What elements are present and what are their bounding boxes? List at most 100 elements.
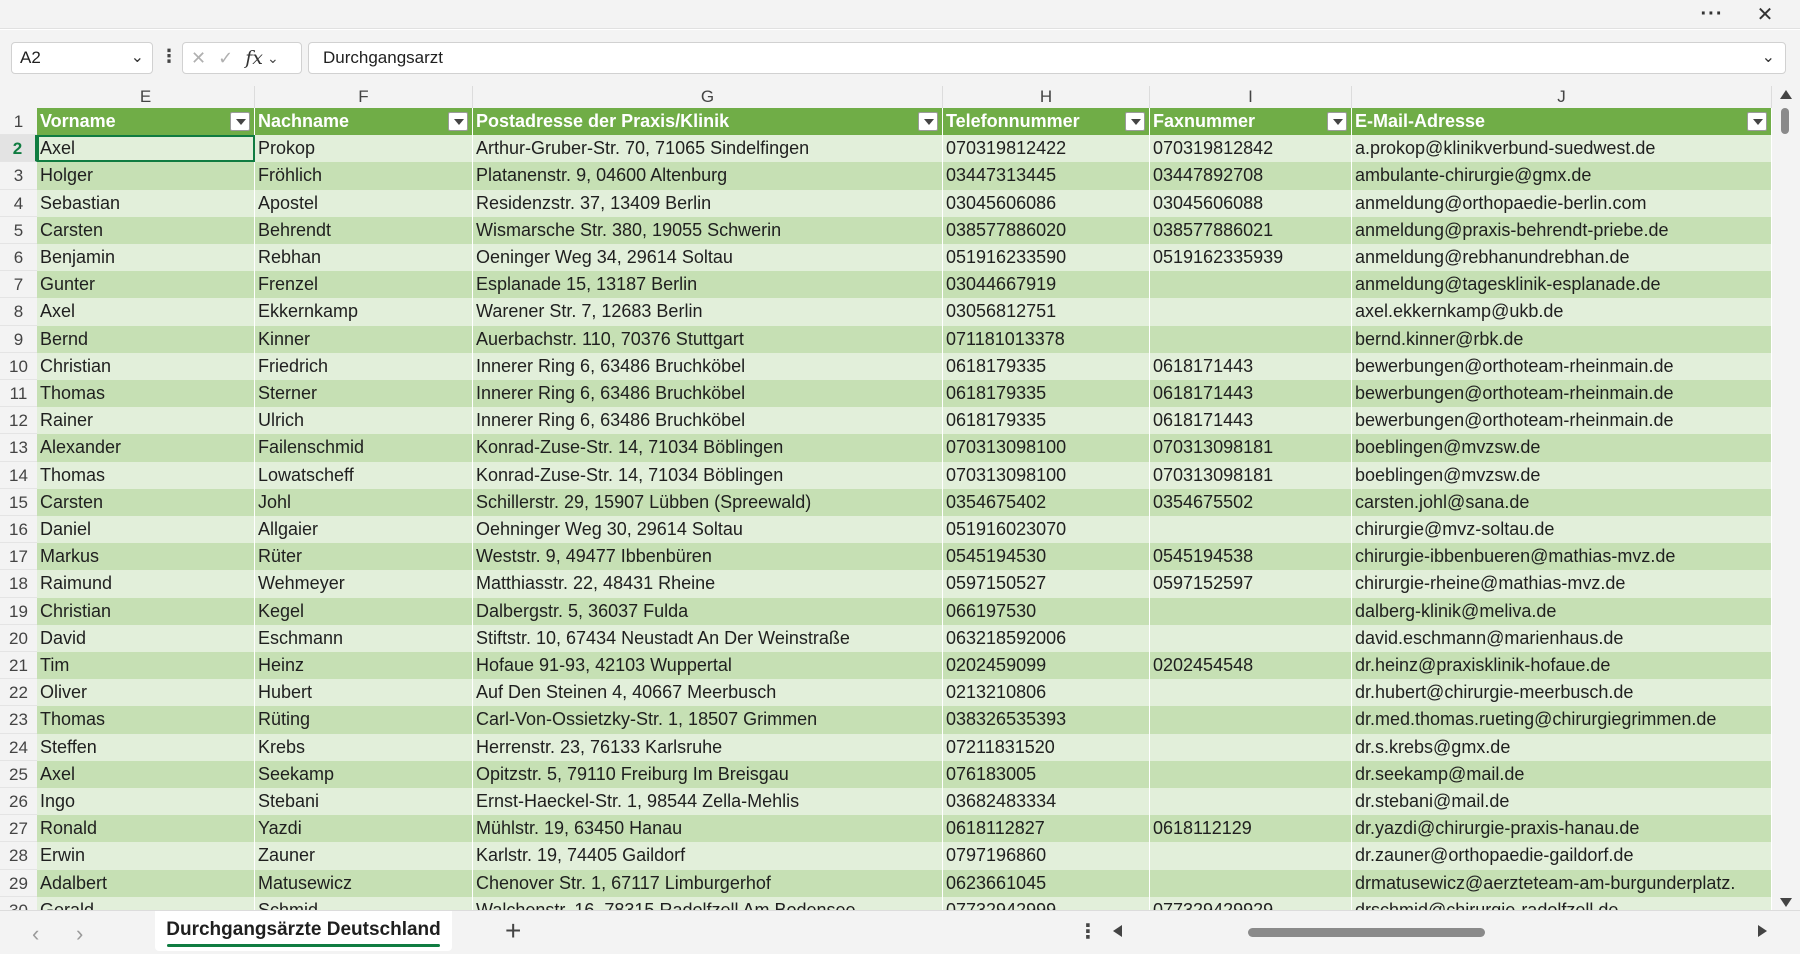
cell[interactable]: boeblingen@mvzsw.de	[1352, 434, 1772, 462]
cell[interactable]: Hubert	[255, 679, 473, 707]
more-options-icon[interactable]: ···	[1692, 2, 1732, 27]
cell[interactable]: Oliver	[37, 679, 255, 707]
cell[interactable]: Bernd	[37, 325, 255, 353]
cell[interactable]: Markus	[37, 543, 255, 571]
cell[interactable]: 0354675402	[943, 488, 1150, 516]
row-header[interactable]: 17	[0, 543, 37, 571]
cell[interactable]: Prokop	[255, 135, 473, 163]
cell[interactable]: Thomas	[37, 461, 255, 489]
cell[interactable]: Matusewicz	[255, 869, 473, 897]
cell[interactable]: carsten.johl@sana.de	[1352, 488, 1772, 516]
cell[interactable]: Gunter	[37, 271, 255, 299]
cell[interactable]: 0597150527	[943, 570, 1150, 598]
cell[interactable]: Ulrich	[255, 407, 473, 435]
cell[interactable]: anmeldung@praxis-behrendt-priebe.de	[1352, 216, 1772, 244]
cell[interactable]: 0618171443	[1150, 352, 1352, 380]
cell[interactable]: 0618112827	[943, 815, 1150, 843]
row-header[interactable]: 15	[0, 488, 37, 516]
cell[interactable]: 0618112129	[1150, 815, 1352, 843]
row-header[interactable]: 14	[0, 461, 37, 489]
cell[interactable]	[1150, 325, 1352, 353]
cell[interactable]: 07211831520	[943, 733, 1150, 761]
cell[interactable]: drschmid@chirurgie-radolfzell.de	[1352, 896, 1772, 910]
cell[interactable]: 038326535393	[943, 706, 1150, 734]
cell[interactable]: axel.ekkernkamp@ukb.de	[1352, 298, 1772, 326]
cell[interactable]: 038577886020	[943, 216, 1150, 244]
cell[interactable]: Matthiasstr. 22, 48431 Rheine	[473, 570, 943, 598]
cell[interactable]	[1150, 788, 1352, 816]
cell[interactable]: Stebani	[255, 788, 473, 816]
cell[interactable]: dr.stebani@mail.de	[1352, 788, 1772, 816]
cell[interactable]: Christian	[37, 597, 255, 625]
cell[interactable]	[1150, 624, 1352, 652]
cell[interactable]: Warener Str. 7, 12683 Berlin	[473, 298, 943, 326]
cell[interactable]: Zauner	[255, 842, 473, 870]
cell[interactable]: Chenover Str. 1, 67117 Limburgerhof	[473, 869, 943, 897]
row-header[interactable]: 4	[0, 189, 37, 217]
cell[interactable]: Esplanade 15, 13187 Berlin	[473, 271, 943, 299]
cell[interactable]: anmeldung@rebhanundrebhan.de	[1352, 244, 1772, 272]
row-header[interactable]: 7	[0, 271, 37, 299]
scroll-right-icon[interactable]	[1758, 925, 1767, 937]
cell[interactable]: Platanenstr. 9, 04600 Altenburg	[473, 162, 943, 190]
cell[interactable]: 03056812751	[943, 298, 1150, 326]
cell[interactable]: chirurgie-ibbenbueren@mathias-mvz.de	[1352, 543, 1772, 571]
row-header[interactable]: 12	[0, 407, 37, 435]
cell[interactable]: bewerbungen@orthoteam-rheinmain.de	[1352, 407, 1772, 435]
sheet-tab-active[interactable]: Durchgangsärzte Deutschland	[155, 911, 452, 951]
column-header-f[interactable]: F	[255, 86, 473, 108]
cell[interactable]: Rainer	[37, 407, 255, 435]
vertical-scroll-thumb[interactable]	[1781, 108, 1789, 134]
cell[interactable]: Johl	[255, 488, 473, 516]
cell[interactable]: 03682483334	[943, 788, 1150, 816]
cell[interactable]: dalberg-klinik@meliva.de	[1352, 597, 1772, 625]
cell[interactable]: Seekamp	[255, 760, 473, 788]
cell[interactable]: Thomas	[37, 380, 255, 408]
row-header[interactable]: 26	[0, 788, 37, 816]
cell[interactable]: 070319812422	[943, 135, 1150, 163]
cell[interactable]: 0623661045	[943, 869, 1150, 897]
chevron-down-icon[interactable]: ⌄	[131, 47, 144, 67]
formula-input[interactable]: Durchgangsarzt ⌄	[308, 42, 1786, 74]
cell[interactable]: ambulante-chirurgie@gmx.de	[1352, 162, 1772, 190]
cell[interactable]: Friedrich	[255, 352, 473, 380]
cell[interactable]: anmeldung@orthopaedie-berlin.com	[1352, 189, 1772, 217]
row-header[interactable]: 28	[0, 842, 37, 870]
cell[interactable]: Arthur-Gruber-Str. 70, 71065 Sindelfinge…	[473, 135, 943, 163]
scroll-up-icon[interactable]	[1780, 90, 1792, 99]
cell[interactable]: 051916023070	[943, 516, 1150, 544]
filter-dropdown-icon[interactable]	[448, 112, 468, 131]
cell[interactable]: Innerer Ring 6, 63486 Bruchköbel	[473, 352, 943, 380]
cell[interactable]: Auf Den Steinen 4, 40667 Meerbusch	[473, 679, 943, 707]
cell[interactable]: 0797196860	[943, 842, 1150, 870]
cell[interactable]: Walchenstr. 16, 78315 Radolfzell Am Bode…	[473, 896, 943, 910]
row-header[interactable]: 6	[0, 244, 37, 272]
row-header[interactable]: 1	[0, 108, 37, 136]
cell[interactable]: Ernst-Haeckel-Str. 1, 98544 Zella-Mehlis	[473, 788, 943, 816]
cell[interactable]: Christian	[37, 352, 255, 380]
row-header[interactable]: 21	[0, 652, 37, 680]
cell[interactable]: 0618179335	[943, 380, 1150, 408]
cell[interactable]: Erwin	[37, 842, 255, 870]
row-header[interactable]: 30	[0, 896, 37, 910]
cell[interactable]: bewerbungen@orthoteam-rheinmain.de	[1352, 380, 1772, 408]
cell[interactable]: Axel	[37, 298, 255, 326]
filter-dropdown-icon[interactable]	[1747, 112, 1767, 131]
cell[interactable]: dr.med.thomas.rueting@chirurgiegrimmen.d…	[1352, 706, 1772, 734]
cell[interactable]: drmatusewicz@aerzteteam-am-burgunderplat…	[1352, 869, 1772, 897]
cell[interactable]: david.eschmann@marienhaus.de	[1352, 624, 1772, 652]
expand-formula-bar-icon[interactable]: ⌄	[1762, 47, 1775, 67]
cell[interactable]: David	[37, 624, 255, 652]
cell[interactable]: 0597152597	[1150, 570, 1352, 598]
column-header-h[interactable]: H	[943, 86, 1150, 108]
row-header[interactable]: 22	[0, 679, 37, 707]
cell[interactable]: dr.seekamp@mail.de	[1352, 760, 1772, 788]
row-header[interactable]: 19	[0, 597, 37, 625]
cell[interactable]: Krebs	[255, 733, 473, 761]
row-header[interactable]: 8	[0, 298, 37, 326]
filter-dropdown-icon[interactable]	[230, 112, 250, 131]
cell[interactable]: a.prokop@klinikverbund-suedwest.de	[1352, 135, 1772, 163]
chevron-down-icon[interactable]: ⌄	[267, 50, 279, 67]
row-header[interactable]: 13	[0, 434, 37, 462]
cell[interactable]: Rüting	[255, 706, 473, 734]
